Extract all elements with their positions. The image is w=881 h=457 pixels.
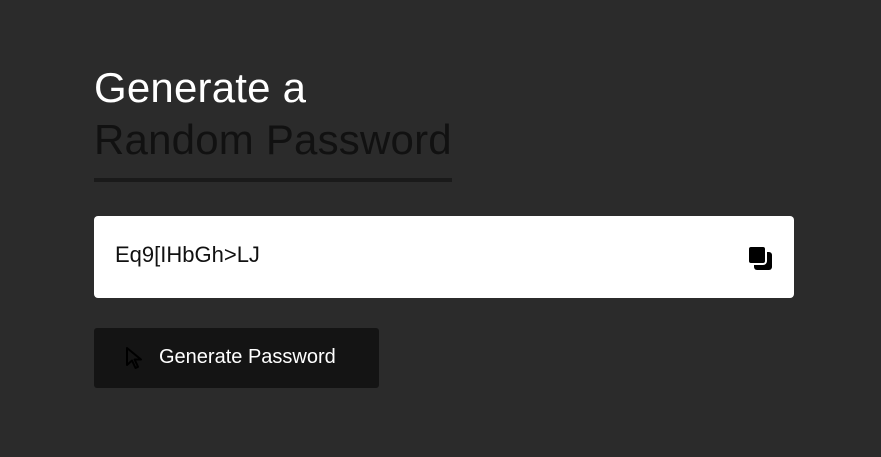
password-display[interactable]: Eq9[IHbGh>LJ [94, 216, 794, 298]
cursor-pointer-icon [126, 347, 142, 369]
generate-button-label: Generate Password [159, 346, 336, 368]
password-value[interactable]: Eq9[IHbGh>LJ [115, 242, 260, 268]
title-line-2: Random Password [94, 114, 452, 182]
page-title: Generate a Random Password [94, 62, 794, 182]
generate-password-button[interactable]: Generate Password [94, 328, 379, 388]
generator-panel: Generate a Random Password Eq9[IHbGh>LJ … [94, 62, 794, 388]
title-line-1: Generate a [94, 64, 307, 111]
copy-icon [747, 245, 772, 270]
copy-button[interactable] [746, 244, 774, 272]
